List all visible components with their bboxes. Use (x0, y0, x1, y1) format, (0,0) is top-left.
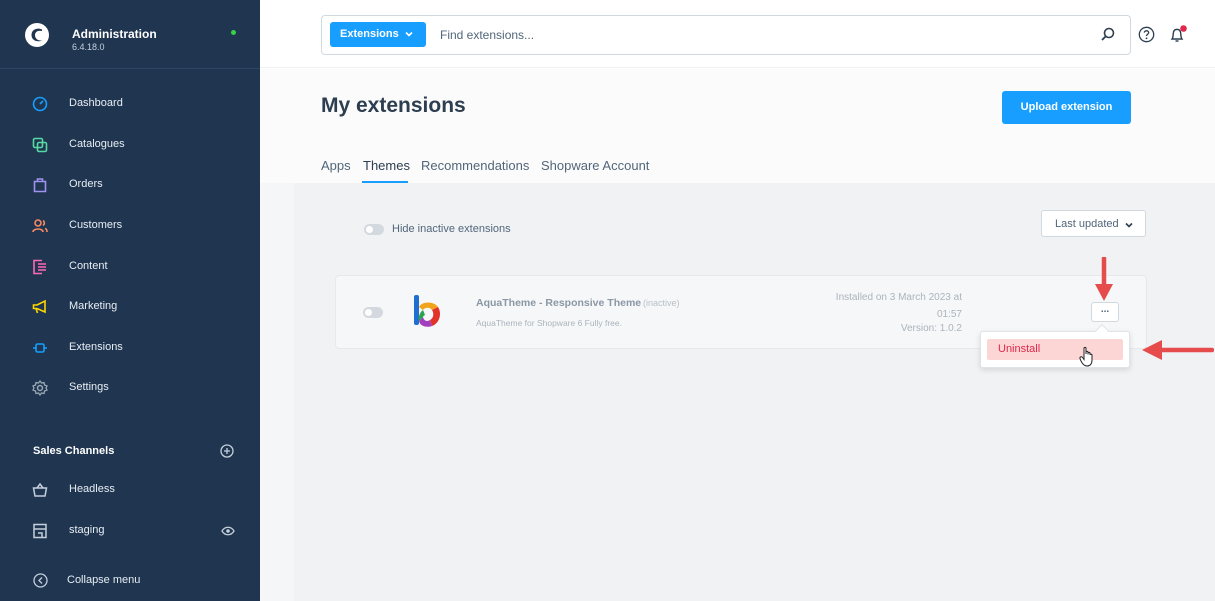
context-menu-button[interactable]: ... (1091, 302, 1119, 322)
chevron-down-icon (1125, 222, 1133, 228)
app-version: 6.4.18.0 (72, 42, 105, 52)
catalogue-icon (32, 137, 48, 153)
aquatheme-logo-icon (414, 295, 440, 327)
extension-list-area (294, 183, 1215, 601)
collapse-label: Collapse menu (67, 574, 141, 586)
tab-shopware-account[interactable]: Shopware Account (541, 158, 649, 173)
app-title: Administration (72, 27, 157, 41)
extensions-icon (33, 343, 47, 353)
chevron-down-icon (405, 31, 413, 37)
tab-themes[interactable]: Themes (363, 158, 410, 173)
sidebar: Administration 6.4.18.0 Dashboard Catalo… (0, 0, 260, 601)
shopware-logo-icon (25, 23, 49, 47)
hand-cursor-icon (1079, 346, 1093, 367)
customers-icon (32, 219, 48, 233)
sidebar-item-dashboard[interactable]: Dashboard (0, 88, 260, 120)
storefront-icon (33, 523, 47, 539)
dashboard-icon (32, 96, 48, 112)
annotation-arrow-left-icon (1142, 340, 1214, 360)
sidebar-item-label: Dashboard (69, 97, 123, 109)
status-indicator (231, 30, 236, 35)
search-icon[interactable] (1100, 26, 1116, 42)
sidebar-item-label: Settings (69, 381, 109, 393)
sales-channel-staging[interactable]: staging (0, 515, 260, 547)
sidebar-divider (0, 68, 260, 69)
extension-installed-date: Installed on 3 March 2023 at 01:57 (822, 289, 962, 323)
uninstall-label: Uninstall (998, 343, 1041, 355)
sidebar-item-content[interactable]: Content (0, 251, 260, 283)
extension-name: AquaTheme - Responsive Theme (476, 297, 642, 309)
collapse-menu-button[interactable]: Collapse menu (0, 566, 260, 596)
search-type-label: Extensions (340, 28, 399, 40)
installed-line-2: 01:57 (936, 309, 962, 320)
sidebar-item-extensions[interactable]: Extensions (0, 332, 260, 364)
settings-icon (32, 380, 48, 396)
extension-status: (inactive) (643, 298, 680, 308)
sidebar-header: Administration 6.4.18.0 (0, 0, 260, 68)
uninstall-menu-item[interactable]: Uninstall (987, 339, 1123, 360)
sidebar-item-catalogues[interactable]: Catalogues (0, 129, 260, 161)
sidebar-item-label: Customers (69, 219, 123, 231)
tab-apps[interactable]: Apps (321, 158, 351, 173)
hide-inactive-label: Hide inactive extensions (392, 223, 511, 235)
annotation-arrow-down-icon (1095, 257, 1113, 301)
basket-icon (32, 482, 48, 497)
installed-line-1: Installed on 3 March 2023 at (835, 292, 962, 303)
marketing-icon (32, 299, 46, 314)
hide-inactive-toggle[interactable] (364, 224, 384, 235)
eye-icon[interactable] (221, 526, 235, 536)
sidebar-item-marketing[interactable]: Marketing (0, 291, 260, 323)
add-sales-channel-icon[interactable] (220, 444, 234, 458)
sidebar-item-settings[interactable]: Settings (0, 372, 260, 404)
extension-active-toggle[interactable] (363, 307, 383, 318)
sidebar-item-label: Catalogues (69, 138, 125, 150)
extension-description: AquaTheme for Shopware 6 Fully free. (476, 318, 622, 328)
sales-channel-label: Headless (69, 483, 115, 495)
sales-channel-label: staging (69, 524, 105, 536)
sort-dropdown[interactable]: Last updated (1041, 210, 1146, 237)
sidebar-item-label: Extensions (69, 341, 123, 353)
sort-label: Last updated (1055, 218, 1119, 230)
sales-channel-headless[interactable]: Headless (0, 474, 260, 506)
page-title: My extensions (321, 94, 466, 117)
sidebar-item-customers[interactable]: Customers (0, 210, 260, 242)
sidebar-item-label: Orders (69, 178, 103, 190)
collapse-icon (33, 573, 48, 588)
search-type-dropdown[interactable]: Extensions (330, 22, 426, 47)
extension-version: Version: 1.0.2 (900, 323, 962, 334)
upload-extension-button[interactable]: Upload extension (1002, 91, 1131, 124)
orders-icon (33, 178, 47, 193)
sidebar-item-label: Content (69, 260, 108, 272)
search-input[interactable] (440, 24, 1060, 46)
sidebar-item-label: Marketing (69, 300, 118, 312)
content-icon (33, 259, 46, 275)
notification-bell-icon[interactable] (1168, 24, 1188, 44)
tab-recommendations[interactable]: Recommendations (421, 158, 529, 173)
help-icon[interactable] (1138, 26, 1155, 43)
sales-channels-title: Sales Channels (33, 445, 115, 457)
sidebar-item-orders[interactable]: Orders (0, 169, 260, 201)
